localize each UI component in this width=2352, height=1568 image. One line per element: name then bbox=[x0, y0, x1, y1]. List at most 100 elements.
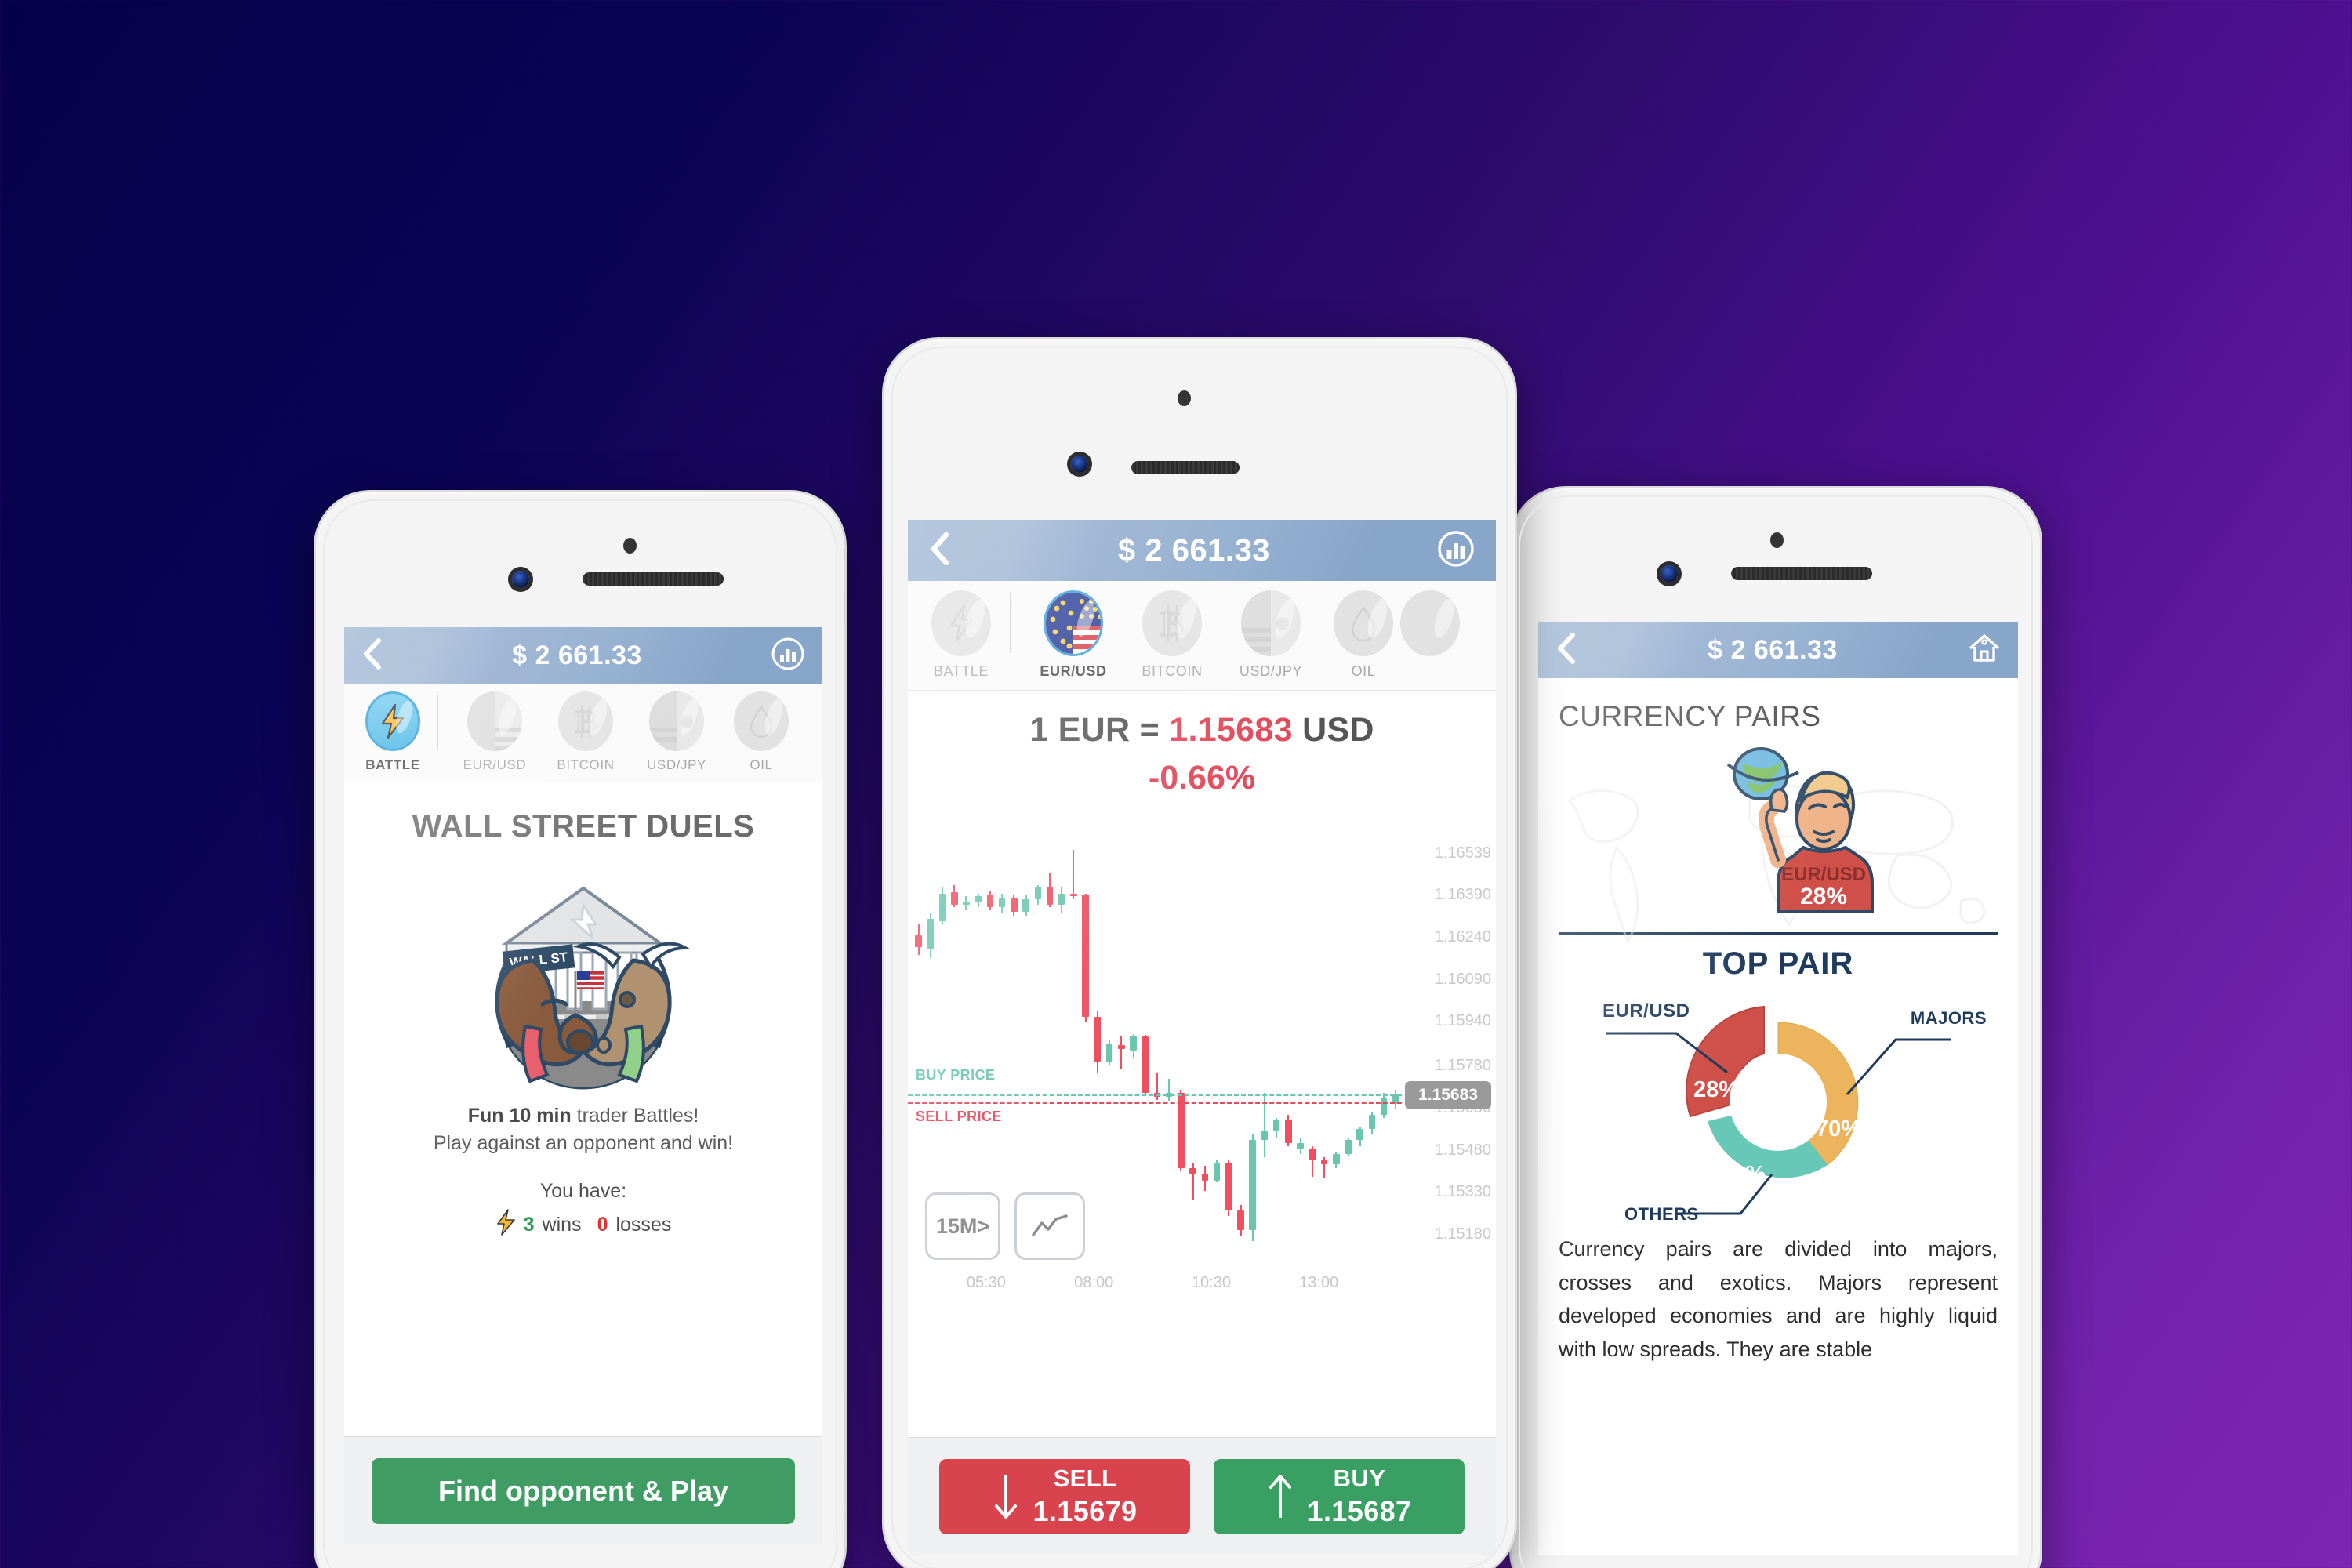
donut-value-others: 30% bbox=[1720, 1162, 1766, 1187]
asset-tab-usdjpy[interactable]: USD/JPY bbox=[1221, 590, 1320, 680]
bar-chart-icon[interactable] bbox=[771, 637, 805, 675]
candlestick bbox=[1189, 833, 1196, 1257]
candlestick bbox=[1356, 833, 1363, 1257]
you-have-label: You have: bbox=[539, 1180, 627, 1202]
oil-drop-icon bbox=[1334, 590, 1393, 656]
candlestick bbox=[1380, 833, 1388, 1257]
asset-tab-more[interactable] bbox=[1400, 590, 1460, 656]
candle-body bbox=[1178, 1092, 1185, 1169]
buy-price: 1.15687 bbox=[1307, 1494, 1412, 1527]
x-axis-tick: 13:00 bbox=[1299, 1274, 1339, 1291]
candle-body bbox=[1094, 1017, 1102, 1062]
candle-body bbox=[1237, 1210, 1244, 1230]
candle-body bbox=[1022, 898, 1029, 912]
sell-label: SELL bbox=[1053, 1464, 1117, 1492]
losses-count: 0 bbox=[597, 1214, 608, 1236]
svg-text:B: B bbox=[1160, 604, 1183, 643]
back-icon[interactable] bbox=[361, 637, 383, 674]
candlestick bbox=[1297, 833, 1304, 1257]
donut-label-majors: MAJORS bbox=[1910, 1008, 1987, 1028]
candlestick bbox=[1261, 833, 1269, 1257]
oil-drop-icon bbox=[734, 691, 789, 751]
chart-type-button[interactable] bbox=[1014, 1192, 1085, 1260]
candlestick bbox=[1118, 833, 1125, 1257]
donut-value-eurusd: 28% bbox=[1693, 1077, 1740, 1102]
candlestick bbox=[1105, 833, 1113, 1257]
front-camera-icon bbox=[512, 571, 529, 588]
bitcoin-icon: B bbox=[558, 691, 613, 751]
proximity-sensor-icon bbox=[1770, 532, 1784, 548]
candle-wick bbox=[1168, 1078, 1171, 1102]
shirt-pct-text: 28% bbox=[1800, 884, 1847, 909]
back-icon[interactable] bbox=[1555, 632, 1577, 669]
candle-body bbox=[986, 895, 994, 908]
asset-tab-oil[interactable]: OIL bbox=[722, 691, 800, 773]
sell-price: 1.15679 bbox=[1033, 1494, 1138, 1527]
trader-globe-illustration: EUR/USD 28% bbox=[1661, 747, 1896, 927]
front-camera-icon bbox=[1661, 565, 1678, 583]
page-title: WALL STREET DUELS bbox=[412, 809, 755, 844]
x-axis-tick: 08:00 bbox=[1074, 1274, 1114, 1291]
asset-label: BATTLE bbox=[933, 663, 989, 679]
candle-body bbox=[1011, 897, 1018, 912]
back-icon[interactable] bbox=[928, 531, 952, 571]
more-asset-icon bbox=[1400, 590, 1460, 656]
candlestick bbox=[1285, 833, 1292, 1257]
candle-body bbox=[1345, 1140, 1352, 1155]
candle-body bbox=[1118, 1044, 1125, 1050]
buy-price-line bbox=[908, 1093, 1402, 1096]
asset-tab-usdjpy[interactable]: USD/JPY bbox=[631, 691, 722, 773]
shirt-pair-text: EUR/USD bbox=[1781, 864, 1866, 885]
us-jp-flag-icon bbox=[1241, 590, 1301, 656]
asset-label: BITCOIN bbox=[1142, 663, 1203, 679]
bar-chart-icon[interactable] bbox=[1436, 529, 1475, 572]
asset-tab-battle[interactable]: BATTLE bbox=[355, 691, 430, 773]
y-axis-tick: 1.15940 bbox=[1434, 1012, 1491, 1030]
candle-body bbox=[1320, 1160, 1328, 1164]
asset-divider bbox=[437, 695, 438, 750]
x-axis-tick: 10:30 bbox=[1191, 1274, 1231, 1291]
candlestick bbox=[1249, 833, 1256, 1257]
candlestick-chart[interactable]: 1.16539 1.16390 1.16240 1.16090 1.15940 1.157… bbox=[908, 833, 1496, 1304]
candle-body bbox=[963, 902, 970, 905]
eu-us-flag-icon bbox=[1044, 590, 1103, 656]
left-asset-strip[interactable]: BATTLE EUR/USD B BITCOIN USD/JPY OIL bbox=[344, 684, 822, 782]
buy-label: BUY bbox=[1333, 1464, 1386, 1492]
asset-label: BITCOIN bbox=[557, 757, 615, 772]
home-icon[interactable] bbox=[1968, 632, 2001, 669]
find-opponent-button[interactable]: Find opponent & Play bbox=[372, 1457, 795, 1524]
eu-us-flag-icon bbox=[467, 691, 522, 751]
asset-tab-battle[interactable]: BATTLE bbox=[920, 590, 1002, 680]
asset-tab-bitcoin[interactable]: B BITCOIN bbox=[1123, 590, 1221, 680]
timeframe-button[interactable]: 15M> bbox=[925, 1192, 1000, 1260]
donut-label-eurusd: EUR/USD bbox=[1602, 1000, 1690, 1022]
arrow-up-icon bbox=[1269, 1474, 1291, 1518]
buy-button[interactable]: BUY 1.15687 bbox=[1214, 1458, 1465, 1534]
candle-body bbox=[927, 918, 935, 950]
us-jp-flag-icon bbox=[649, 691, 704, 751]
asset-tab-eurusd[interactable]: EUR/USD bbox=[1024, 590, 1123, 680]
center-asset-strip[interactable]: BATTLE EUR/USD B BITCOIN USD/JPY OIL bbox=[908, 581, 1496, 691]
win-loss-row: 3 wins 0 losses bbox=[360, 1209, 807, 1241]
balance-amount: $ 2 661.33 bbox=[1708, 634, 1838, 665]
asset-tab-bitcoin[interactable]: B BITCOIN bbox=[540, 691, 631, 773]
y-axis-tick: 1.16090 bbox=[1434, 970, 1491, 988]
y-axis-tick: 1.15480 bbox=[1434, 1141, 1491, 1159]
candle-body bbox=[938, 893, 946, 922]
arrow-down-icon bbox=[994, 1475, 1017, 1519]
lightning-icon bbox=[365, 691, 420, 751]
x-axis-labels: 05:30 08:00 10:30 13:00 bbox=[908, 1274, 1402, 1298]
phone-center: $ 2 661.33 BATTLE EUR/USD B BITCOIN USD/… bbox=[882, 337, 1517, 1568]
top-pair-donut-chart: EUR/USD MAJORS OTHERS 28% 70% 30% bbox=[1559, 985, 1998, 1224]
phone-right: $ 2 661.33 CURRENCY PAIRS EUR/USD 28% TO… bbox=[1509, 486, 2042, 1568]
candle-body bbox=[1201, 1174, 1209, 1181]
candle-body bbox=[1082, 895, 1089, 1018]
y-axis-tick: 1.16390 bbox=[1434, 886, 1491, 904]
asset-tab-eurusd[interactable]: EUR/USD bbox=[449, 691, 540, 773]
candle-body bbox=[1058, 893, 1065, 905]
asset-tab-oil[interactable]: OIL bbox=[1320, 590, 1406, 680]
tagline: Fun 10 min trader Battles! bbox=[360, 1105, 807, 1127]
trade-action-bar: SELL 1.15679 BUY 1.15687 bbox=[908, 1437, 1496, 1555]
center-appbar: $ 2 661.33 bbox=[908, 520, 1496, 581]
sell-button[interactable]: SELL 1.15679 bbox=[939, 1458, 1190, 1534]
